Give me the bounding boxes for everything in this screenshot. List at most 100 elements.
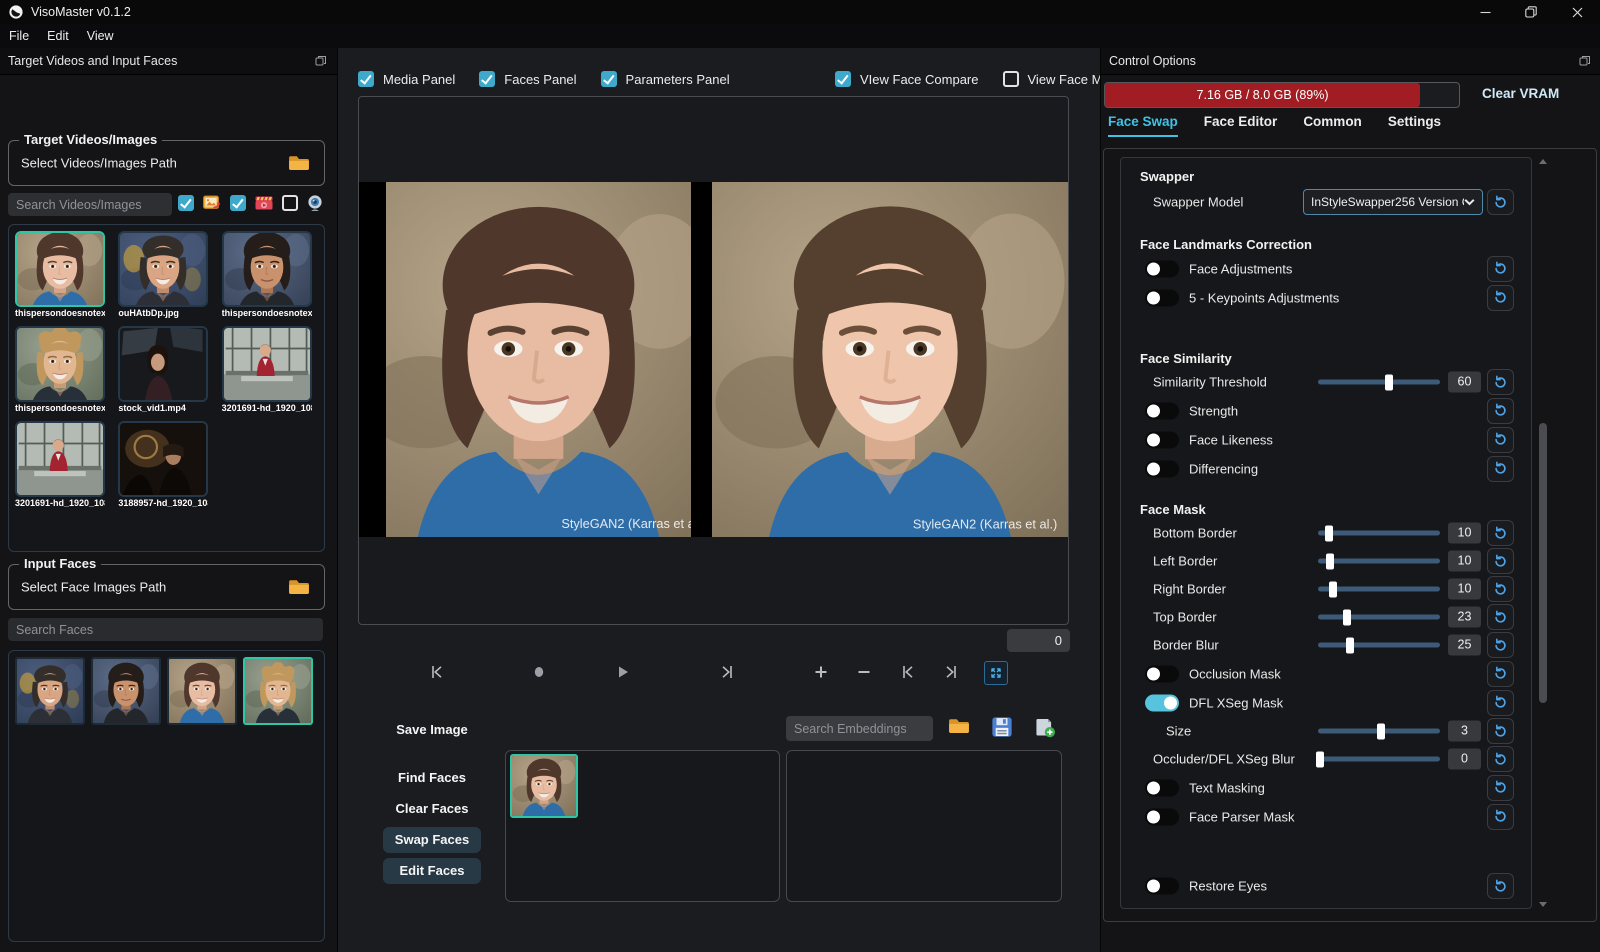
size-slider[interactable] — [1318, 729, 1440, 734]
5-keypoints-adjustments-reset-button[interactable] — [1487, 285, 1514, 311]
occluder-dfl-xseg-blur-value[interactable]: 0 — [1448, 749, 1481, 770]
bottom-border-slider[interactable] — [1318, 531, 1440, 536]
media-thumbnail[interactable]: 3201691-hd_1920_1080 — [15, 421, 105, 508]
right-border-value[interactable]: 10 — [1448, 579, 1481, 600]
restore-button[interactable] — [1508, 0, 1554, 24]
view-face-mask-checkbox[interactable] — [1003, 71, 1019, 87]
input-face-thumbnail[interactable] — [15, 657, 85, 725]
zoom-out-button[interactable] — [855, 663, 873, 681]
right-border-slider-handle[interactable] — [1329, 581, 1337, 597]
add-embedding-icon[interactable] — [1034, 716, 1056, 738]
face-adjustments-reset-button[interactable] — [1487, 256, 1514, 282]
media-thumbnail[interactable]: 3188957-hd_1920_1080 — [118, 421, 208, 508]
parameters-scrollbar[interactable] — [1538, 159, 1548, 907]
similarity-threshold-slider-handle[interactable] — [1385, 374, 1393, 390]
bottom-border-value[interactable]: 10 — [1448, 523, 1481, 544]
search-faces-input[interactable] — [8, 618, 323, 641]
left-border-slider[interactable] — [1318, 559, 1440, 564]
view-face-compare-checkbox[interactable] — [835, 71, 851, 87]
text-masking-toggle[interactable] — [1145, 779, 1179, 796]
clear-vram-button[interactable]: Clear VRAM — [1482, 82, 1559, 106]
occluder-dfl-xseg-blur-slider[interactable] — [1318, 757, 1440, 762]
text-masking-reset-button[interactable] — [1487, 775, 1514, 801]
occlusion-mask-toggle[interactable] — [1145, 665, 1179, 682]
play-button[interactable] — [613, 663, 631, 681]
tab-face-swap[interactable]: Face Swap — [1108, 114, 1178, 137]
menu-file[interactable]: File — [0, 29, 38, 43]
border-blur-reset-button[interactable] — [1487, 632, 1514, 658]
face-adjustments-toggle[interactable] — [1145, 260, 1179, 277]
swapper-model-combobox[interactable]: InStyleSwapper256 Version C — [1303, 189, 1483, 215]
embeddings-folder-icon[interactable] — [948, 717, 970, 739]
similarity-threshold-value[interactable]: 60 — [1448, 372, 1481, 393]
media-thumbnail[interactable]: thispersondoesnotexis — [15, 231, 105, 318]
dfl-xseg-mask-reset-button[interactable] — [1487, 690, 1514, 716]
media-thumbnail[interactable]: stock_vid1.mp4 — [118, 326, 208, 413]
fit-view-button[interactable] — [984, 661, 1008, 685]
occluder-dfl-xseg-blur-reset-button[interactable] — [1487, 746, 1514, 772]
previous-frame-button[interactable] — [899, 663, 917, 681]
occluder-dfl-xseg-blur-slider-handle[interactable] — [1316, 751, 1324, 767]
restore-eyes-toggle[interactable] — [1145, 878, 1179, 895]
find-faces-button[interactable]: Find Faces — [383, 770, 481, 785]
scroll-up-arrow[interactable] — [1539, 159, 1547, 164]
swap-faces-button[interactable]: Swap Faces — [383, 827, 481, 853]
search-videos-input[interactable] — [8, 193, 172, 216]
zoom-in-button[interactable] — [812, 663, 830, 681]
next-frame-button[interactable] — [942, 663, 960, 681]
menu-view[interactable]: View — [78, 29, 123, 43]
similarity-threshold-reset-button[interactable] — [1487, 369, 1514, 395]
border-blur-slider[interactable] — [1318, 643, 1440, 648]
face-likeness-toggle[interactable] — [1145, 431, 1179, 448]
top-border-slider[interactable] — [1318, 615, 1440, 620]
media-thumbnail[interactable]: thispersondoesnotex4i — [222, 231, 312, 318]
frame-number-field[interactable]: 0 — [1007, 629, 1070, 652]
bottom-border-reset-button[interactable] — [1487, 520, 1514, 546]
tab-face-editor[interactable]: Face Editor — [1204, 114, 1278, 137]
size-slider-handle[interactable] — [1377, 723, 1385, 739]
size-reset-button[interactable] — [1487, 718, 1514, 744]
faces-folder-icon[interactable] — [288, 578, 310, 596]
videos-folder-icon[interactable] — [288, 154, 310, 172]
border-blur-value[interactable]: 25 — [1448, 635, 1481, 656]
media-thumbnail[interactable]: thispersondoesnotexist — [15, 326, 105, 413]
clear-faces-button[interactable]: Clear Faces — [383, 801, 481, 816]
differencing-toggle[interactable] — [1145, 460, 1179, 477]
differencing-reset-button[interactable] — [1487, 456, 1514, 482]
size-value[interactable]: 3 — [1448, 721, 1481, 742]
scroll-down-arrow[interactable] — [1539, 902, 1547, 907]
top-border-value[interactable]: 23 — [1448, 607, 1481, 628]
strength-reset-button[interactable] — [1487, 398, 1514, 424]
tab-settings[interactable]: Settings — [1388, 114, 1441, 137]
swapper-model-reset-button[interactable] — [1487, 189, 1514, 215]
scrollbar-thumb[interactable] — [1539, 423, 1547, 703]
media-thumbnail[interactable]: 3201691-hd_1920_1080 — [222, 326, 312, 413]
input-face-thumbnail[interactable] — [243, 657, 313, 725]
dfl-xseg-mask-toggle[interactable] — [1145, 694, 1179, 711]
parameters-panel-checkbox[interactable] — [601, 71, 617, 87]
skip-to-start-button[interactable] — [428, 663, 446, 681]
search-embeddings-input[interactable] — [786, 716, 933, 741]
left-border-value[interactable]: 10 — [1448, 551, 1481, 572]
skip-to-end-button[interactable] — [718, 663, 736, 681]
similarity-threshold-slider[interactable] — [1318, 380, 1440, 385]
face-parser-mask-reset-button[interactable] — [1487, 804, 1514, 830]
strength-toggle[interactable] — [1145, 402, 1179, 419]
media-viewer[interactable]: StyleGAN2 (Karras et al.) StyleGAN2 (Kar… — [358, 96, 1069, 625]
bottom-border-slider-handle[interactable] — [1325, 525, 1333, 541]
film-filter-checkbox[interactable] — [230, 195, 246, 211]
input-face-thumbnail[interactable] — [167, 657, 237, 725]
menu-edit[interactable]: Edit — [38, 29, 78, 43]
float-panel-icon[interactable] — [1579, 55, 1591, 67]
face-parser-mask-toggle[interactable] — [1145, 808, 1179, 825]
tab-common[interactable]: Common — [1303, 114, 1362, 137]
face-likeness-reset-button[interactable] — [1487, 427, 1514, 453]
input-face-thumbnail[interactable] — [91, 657, 161, 725]
media-panel-checkbox[interactable] — [358, 71, 374, 87]
detected-face-thumbnail[interactable] — [510, 754, 578, 818]
5-keypoints-adjustments-toggle[interactable] — [1145, 289, 1179, 306]
webcam-filter-checkbox[interactable] — [282, 195, 298, 211]
right-border-reset-button[interactable] — [1487, 576, 1514, 602]
faces-panel-checkbox[interactable] — [479, 71, 495, 87]
edit-faces-button[interactable]: Edit Faces — [383, 858, 481, 884]
